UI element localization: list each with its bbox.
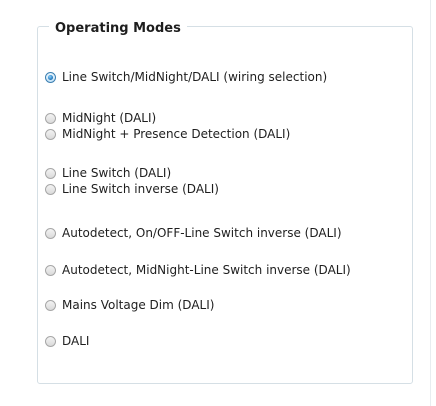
radio-option-line-switch-inverse-dali[interactable]: Line Switch inverse (DALI) (45, 181, 219, 197)
radio-button-icon[interactable] (45, 227, 56, 239)
radio-option-line-switch-dali[interactable]: Line Switch (DALI) (45, 165, 171, 181)
radio-option-label: Mains Voltage Dim (DALI) (62, 298, 215, 312)
operating-modes-panel: Operating Modes Line Switch/MidNight/DAL… (0, 0, 436, 406)
radio-button-icon[interactable] (45, 112, 56, 124)
radio-button-icon[interactable] (45, 183, 56, 195)
radio-option-label: MidNight (DALI) (62, 111, 157, 125)
radio-button-icon[interactable] (45, 167, 56, 179)
radio-option-autodetect-onoff-inverse-dali[interactable]: Autodetect, On/OFF-Line Switch inverse (… (45, 225, 342, 241)
radio-option-autodetect-midnight-inverse-dali[interactable]: Autodetect, MidNight-Line Switch inverse… (45, 262, 351, 278)
groupbox-title: Operating Modes (49, 19, 187, 39)
radio-button-icon[interactable] (45, 128, 56, 140)
radio-option-midnight-presence-dali[interactable]: MidNight + Presence Detection (DALI) (45, 126, 290, 142)
radio-option-label: Line Switch/MidNight/DALI (wiring select… (62, 70, 328, 84)
radio-option-label: Line Switch inverse (DALI) (62, 182, 219, 196)
panel-edge-divider (430, 0, 431, 406)
radio-option-line-switch-midnight-dali[interactable]: Line Switch/MidNight/DALI (wiring select… (45, 69, 327, 85)
radio-option-mains-voltage-dim-dali[interactable]: Mains Voltage Dim (DALI) (45, 297, 214, 313)
radio-button-icon[interactable] (45, 264, 56, 276)
radio-option-dali[interactable]: DALI (45, 333, 89, 349)
radio-option-label: Autodetect, MidNight-Line Switch inverse… (62, 263, 351, 277)
radio-option-label: Autodetect, On/OFF-Line Switch inverse (… (62, 226, 342, 240)
radio-option-label: Line Switch (DALI) (62, 166, 172, 180)
radio-option-midnight-dali[interactable]: MidNight (DALI) (45, 110, 156, 126)
radio-button-icon[interactable] (45, 335, 56, 347)
radio-button-selected-icon[interactable] (45, 71, 56, 83)
radio-button-icon[interactable] (45, 299, 56, 311)
radio-option-label: MidNight + Presence Detection (DALI) (62, 127, 291, 141)
radio-option-label: DALI (62, 334, 90, 348)
